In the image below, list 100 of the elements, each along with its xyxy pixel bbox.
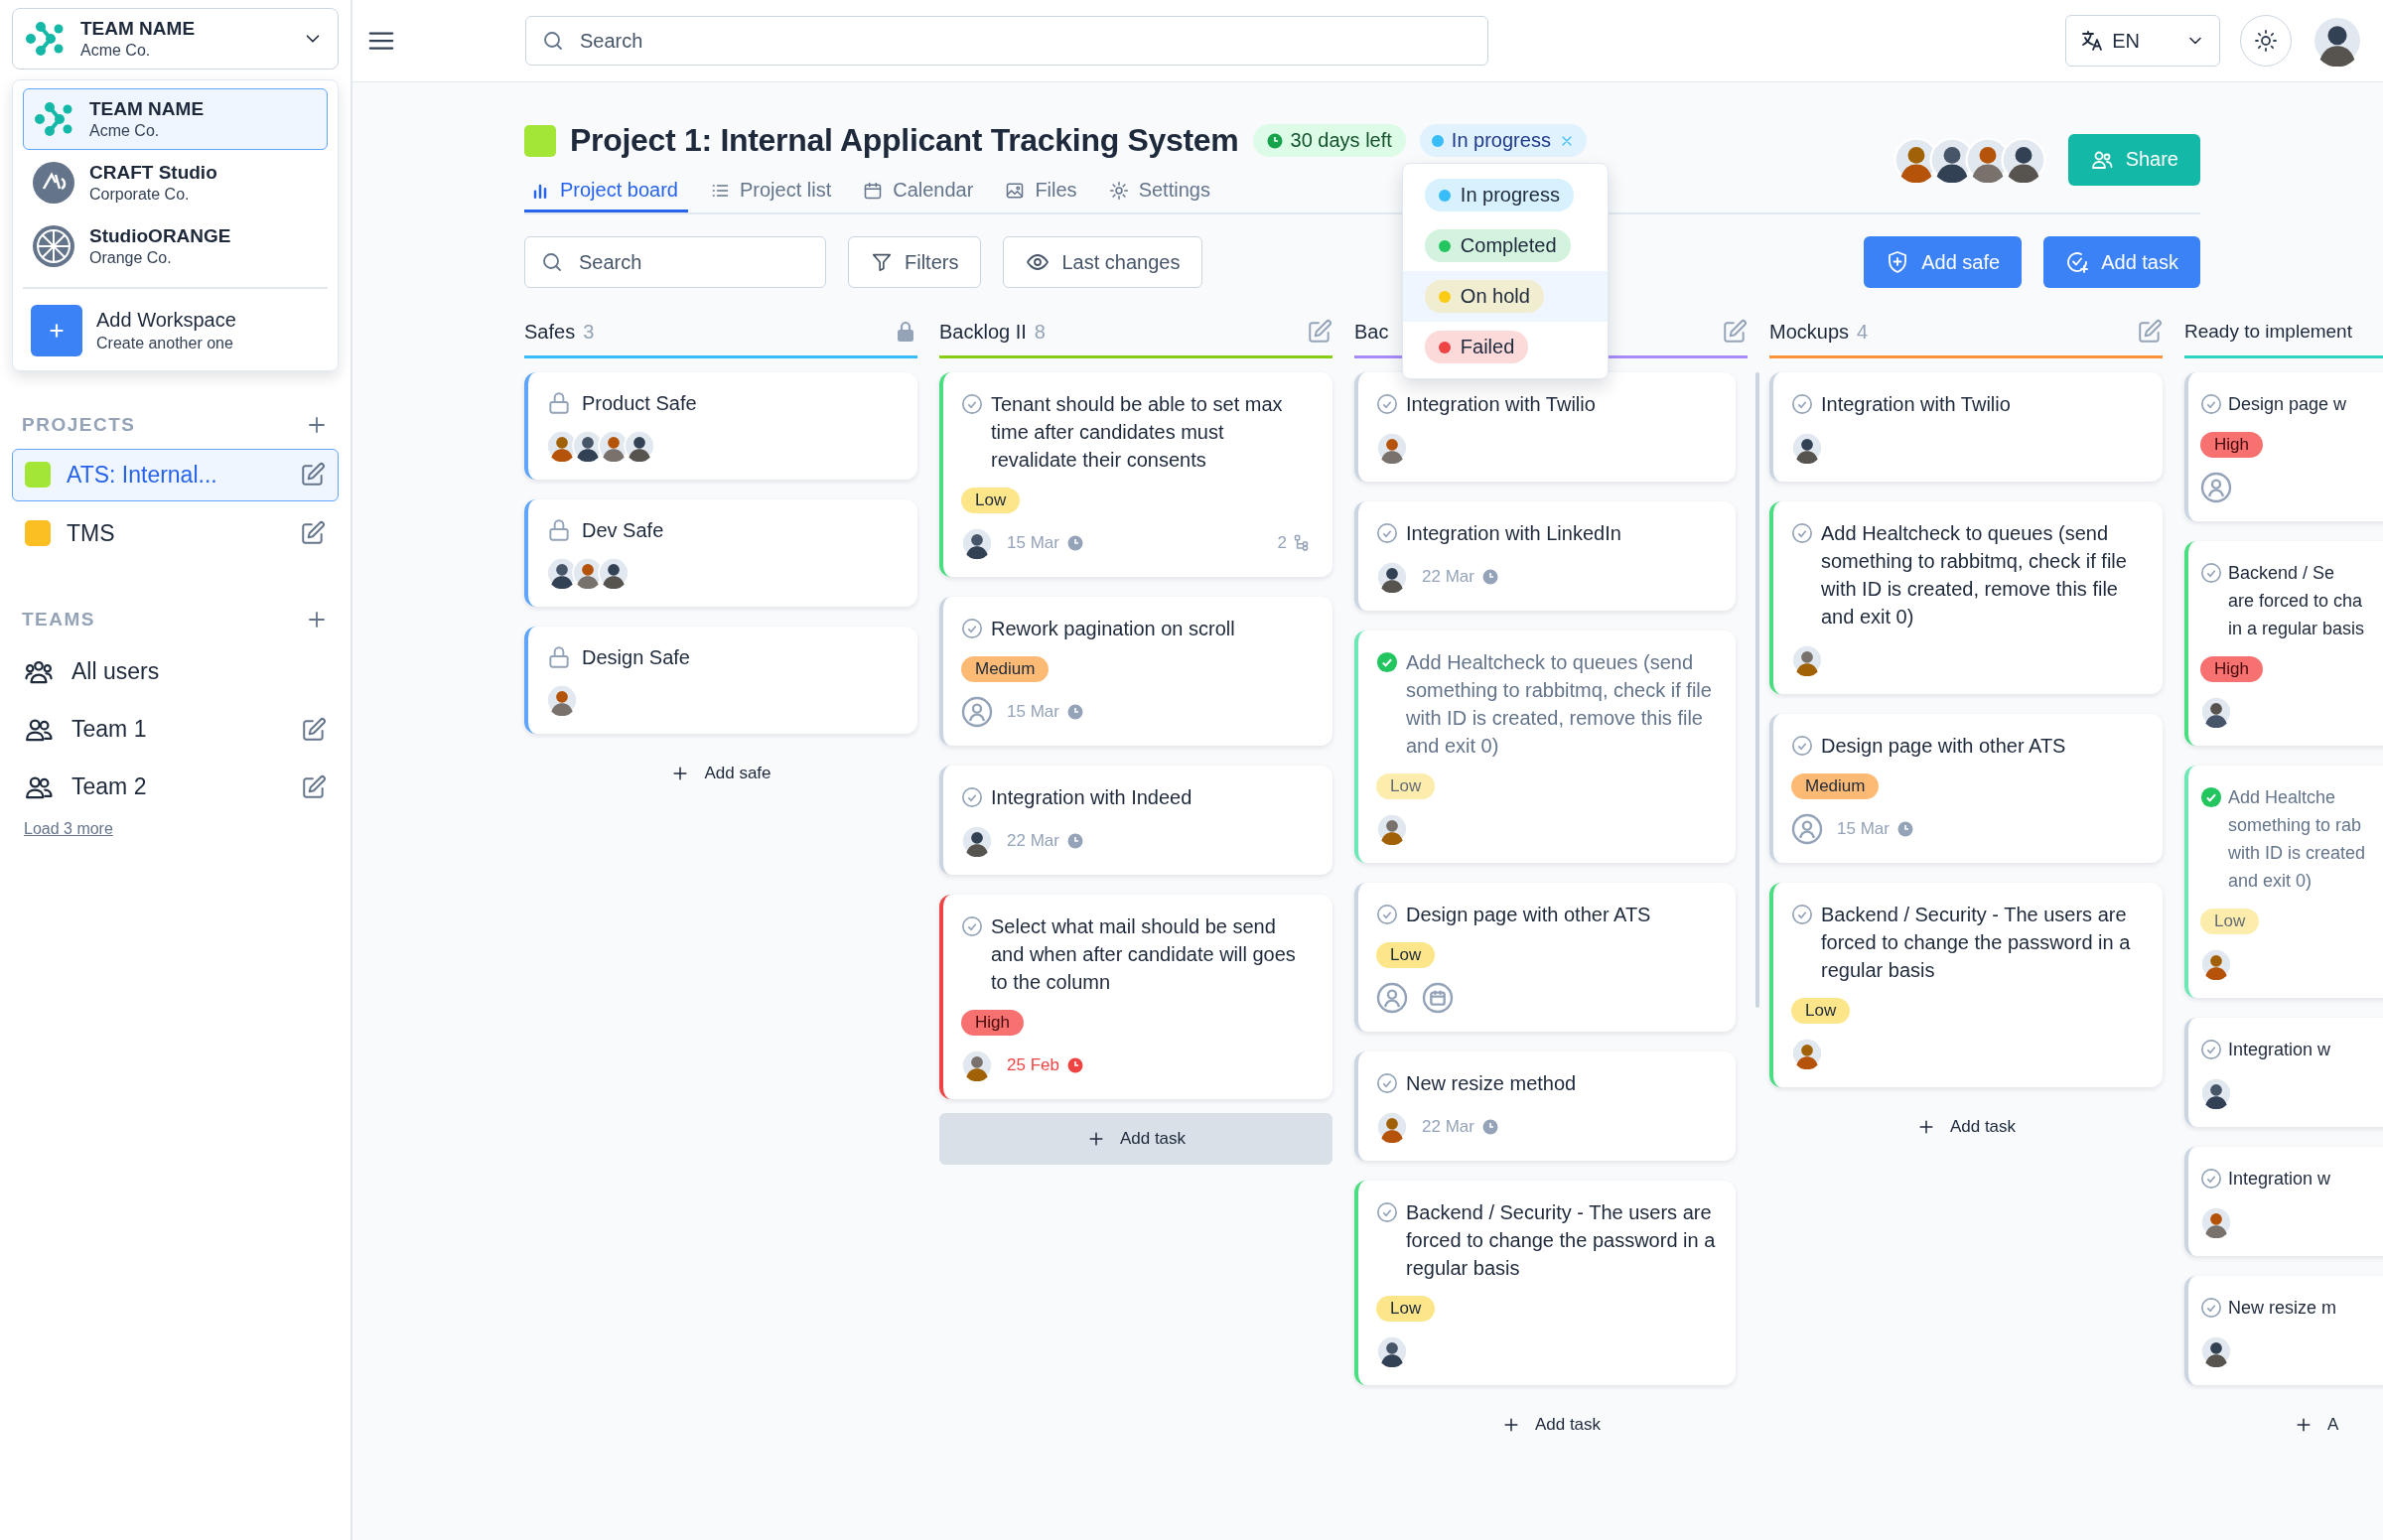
edit-button[interactable] (301, 716, 327, 743)
search-field[interactable]: Search (524, 236, 826, 288)
task-card[interactable]: Integration with LinkedIn 22 Mar (1354, 501, 1736, 611)
checkbox-icon[interactable] (2200, 562, 2222, 584)
status-option[interactable]: On hold (1402, 271, 1608, 322)
status-option[interactable]: In progress (1402, 170, 1608, 220)
checkbox-icon[interactable] (961, 618, 983, 639)
theme-button[interactable] (2240, 15, 2292, 67)
task-card[interactable]: Design page w High (2184, 372, 2383, 521)
project-item[interactable]: TMS (12, 506, 339, 560)
task-title: Integration with Twilio (1821, 392, 2011, 417)
task-card[interactable]: Integration w (2184, 1018, 2383, 1127)
tab[interactable]: Files (999, 173, 1087, 212)
workspace-switcher[interactable]: TEAM NAME Acme Co. (12, 8, 339, 70)
workspace-item[interactable]: CRAFT Studio Corporate Co. (23, 152, 328, 213)
task-card[interactable]: Design page with other ATS Medium 15 Mar (1769, 714, 2163, 863)
task-card[interactable]: Backend / Security - The users are forced to change the password in a regular basis Low (1354, 1181, 1736, 1385)
task-card[interactable]: New resize m (2184, 1276, 2383, 1385)
status-option[interactable]: Completed (1402, 220, 1608, 271)
due-date: 15 Mar (1837, 819, 1890, 839)
task-title: Backend / Security - The users are forced to change the password in a regular basis (1406, 1200, 1716, 1281)
language-select[interactable]: EN (2065, 15, 2220, 67)
tab[interactable]: Calendar (857, 173, 984, 212)
task-card[interactable]: Add Healtcheck to queues (send something to rabbitmq, check if file with ID is created, remove this file and exit 0) (1769, 501, 2163, 694)
avatar (624, 430, 655, 462)
add-safe-button[interactable]: Add safe (1864, 236, 2023, 288)
workspace-name: CRAFT Studio (89, 162, 217, 184)
circle-logo-icon (32, 161, 75, 205)
add-button[interactable]: Add task (1354, 1399, 1748, 1451)
tab[interactable]: Project list (703, 173, 842, 212)
status-option[interactable]: Failed (1402, 322, 1608, 372)
task-title: Select what mail should be send and when after candidate will goes to the column (991, 914, 1297, 995)
checkbox-icon[interactable] (2200, 1297, 2222, 1319)
workspace-name: TEAM NAME (80, 18, 197, 40)
task-card[interactable]: Integration with Twilio (1354, 372, 1736, 482)
checkbox-icon[interactable] (1791, 522, 1813, 544)
add-workspace-item[interactable]: Add Workspace Create another one (23, 298, 328, 362)
edit-button[interactable] (1722, 319, 1748, 345)
scrollbar[interactable] (1755, 372, 1759, 1008)
task-card[interactable]: Add Healtche something to rab with ID is created and exit 0) Low (2184, 766, 2383, 998)
checkbox-icon[interactable] (1791, 393, 1813, 415)
checkbox-icon[interactable] (2200, 1039, 2222, 1060)
checkbox-icon[interactable] (1376, 651, 1398, 673)
checkbox-icon[interactable] (2200, 393, 2222, 415)
edit-button[interactable] (300, 462, 326, 488)
checkbox-icon[interactable] (2200, 786, 2222, 808)
checkbox-icon[interactable] (961, 786, 983, 808)
search-field[interactable]: Search (525, 16, 1488, 66)
add-task-button[interactable]: Add task (2043, 236, 2200, 288)
add-button[interactable]: Add task (939, 1113, 1332, 1165)
edit-button[interactable] (1307, 319, 1332, 345)
add-button[interactable]: Add safe (524, 748, 917, 799)
column-title: Bac (1354, 320, 1389, 344)
last-changes-button[interactable]: Last changes (1003, 236, 1203, 288)
avatar (2200, 1206, 2232, 1238)
team-name[interactable]: Team 2 (71, 773, 283, 800)
task-card[interactable]: Integration w (2184, 1147, 2383, 1256)
checkbox-icon[interactable] (1791, 735, 1813, 757)
project-item[interactable]: ATS: Internal... (12, 448, 339, 501)
edit-button[interactable] (2137, 319, 2163, 345)
checkbox-icon[interactable] (961, 393, 983, 415)
checkbox-icon[interactable] (1376, 1072, 1398, 1094)
checkbox-icon[interactable] (1376, 1201, 1398, 1223)
edit-button[interactable] (300, 520, 326, 546)
filters-button[interactable]: Filters (848, 236, 982, 288)
checkbox-icon[interactable] (1376, 904, 1398, 925)
safe-card[interactable]: Dev Safe (524, 499, 917, 607)
safe-card[interactable]: Product Safe (524, 372, 917, 480)
task-card[interactable]: Tenant should be able to set max time after candidates must revalidate their consents Low 15 Mar 2 (939, 372, 1332, 577)
tab[interactable]: Project board (524, 173, 688, 212)
checkbox-icon[interactable] (1376, 393, 1398, 415)
task-card[interactable]: Backend / Security - The users are forced to change the password in a regular basis Low (1769, 883, 2163, 1087)
edit-icon (2137, 319, 2163, 345)
add-button[interactable]: A (2184, 1399, 2383, 1451)
checkbox-icon[interactable] (1791, 904, 1813, 925)
edit-icon (301, 773, 327, 800)
checkbox-icon[interactable] (961, 915, 983, 937)
safe-card[interactable]: Design Safe (524, 627, 917, 734)
add-button[interactable]: Add task (1769, 1101, 2163, 1153)
task-card[interactable]: Integration with Indeed 22 Mar (939, 766, 1332, 875)
task-card[interactable]: New resize method 22 Mar (1354, 1051, 1736, 1161)
workspace-item[interactable]: StudioORANGE Orange Co. (23, 215, 328, 277)
edit-button[interactable] (301, 773, 327, 800)
priority-tag: Low (2200, 909, 2260, 934)
checkbox-icon[interactable] (1376, 522, 1398, 544)
load-more-link[interactable]: Load 3 more (24, 819, 113, 838)
task-card[interactable]: Backend / Se are forced to cha in a regular basis High (2184, 541, 2383, 746)
tab[interactable]: Settings (1102, 173, 1220, 212)
checkbox-icon[interactable] (2200, 1168, 2222, 1190)
workspace-item[interactable]: TEAM NAME Acme Co. (23, 88, 328, 150)
task-card[interactable]: Rework pagination on scroll Medium 15 Mar (939, 597, 1332, 746)
task-card[interactable]: Add Healtcheck to queues (send something to rabbitmq, check if file with ID is created, remove this file and exit 0) Low (1354, 630, 1736, 863)
team-name[interactable]: All users (71, 658, 327, 685)
team-name[interactable]: Team 1 (71, 716, 283, 743)
clock-icon (1066, 1057, 1083, 1073)
task-card[interactable]: Design page with other ATS Low (1354, 883, 1736, 1032)
due-date: 22 Mar (1007, 831, 1059, 851)
task-card[interactable]: Integration with Twilio (1769, 372, 2163, 482)
status-chip[interactable]: In progress (1419, 124, 1587, 157)
task-card[interactable]: Select what mail should be send and when after candidate will goes to the column High 25 Feb (939, 895, 1332, 1099)
